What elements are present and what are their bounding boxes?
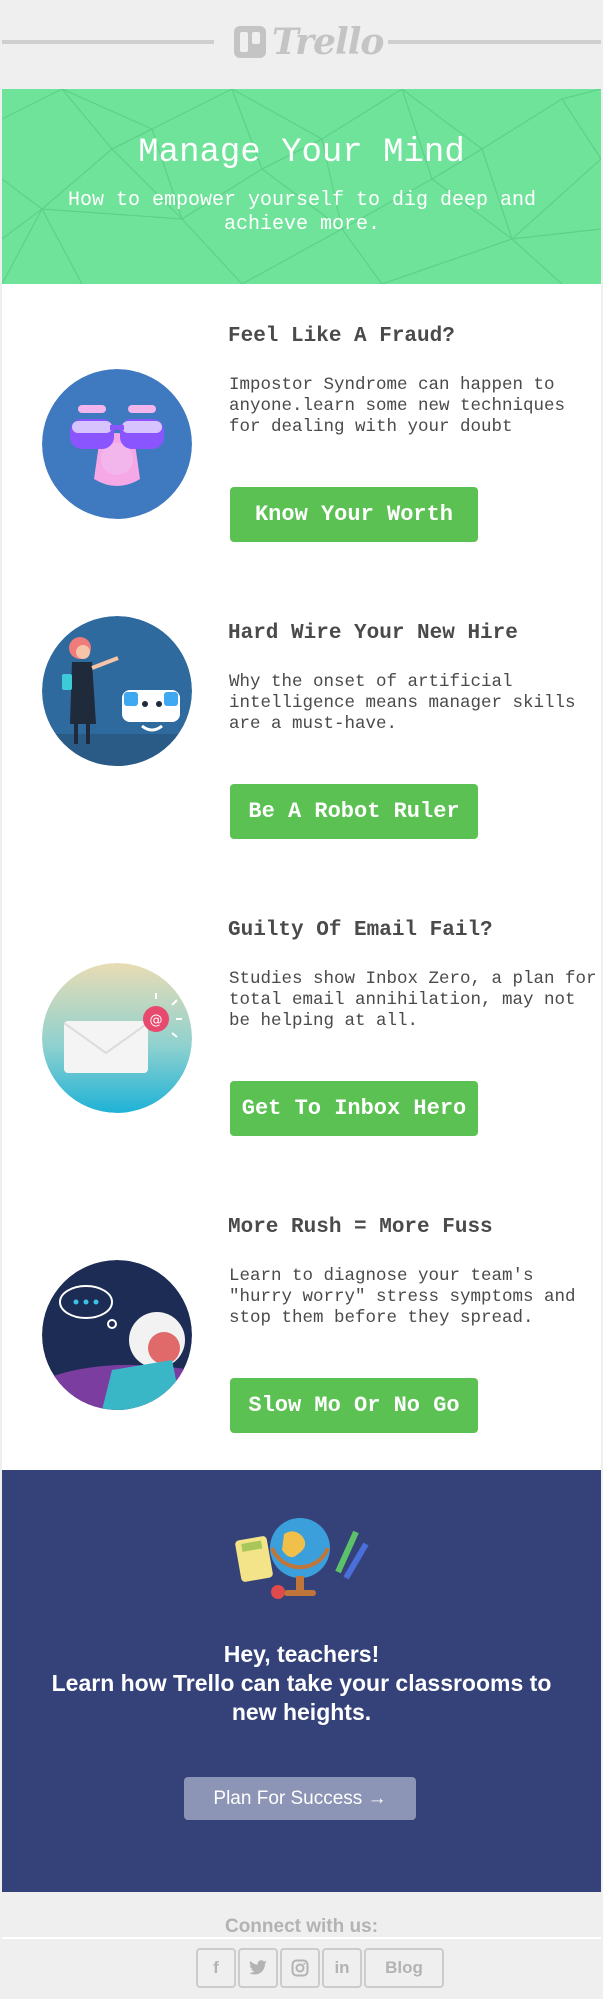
woman-and-robot-illustration [42,616,192,766]
logo-wordmark: Trello [272,21,384,63]
connect-label: Connect with us: [224,1916,379,1937]
article-title: Feel Like A Fraud? [228,325,455,348]
email-header: Trello [0,0,603,80]
instagram-icon[interactable] [280,1948,320,1988]
hero-banner: Manage Your Mind How to empower yourself… [2,89,601,284]
teachers-promo: Hey, teachers! Learn how Trello can take… [2,1470,601,1892]
disguise-glasses-illustration [42,369,192,519]
article-body: Why the onset of artificial intelligence… [229,672,576,734]
article-title: More Rush = More Fuss [228,1216,493,1239]
plan-for-success-button[interactable]: Plan For Success → [184,1777,416,1820]
article-list: Feel Like A Fraud? Impostor Syndrome can… [2,284,601,1470]
envelope-notification-illustration: @ [42,963,192,1113]
hero-subtitle: How to empower yourself to dig deep and … [67,189,537,236]
header-divider-right [388,40,601,44]
worried-woman-illustration [42,1260,192,1410]
slow-mo-or-no-go-button[interactable]: Slow Mo Or No Go [230,1378,478,1433]
triangle-pattern [2,89,601,284]
linkedin-icon[interactable]: in [322,1948,362,1988]
know-your-worth-button[interactable]: Know Your Worth [230,487,478,542]
twitter-icon[interactable] [238,1948,278,1988]
article-body: Learn to diagnose your team's "hurry wor… [229,1266,576,1328]
email-footer: Connect with us: f in Blog [0,1892,603,1999]
trello-logo[interactable]: Trello [234,21,384,63]
article-title: Hard Wire Your New Hire [228,622,518,645]
trello-board-icon [234,26,266,58]
header-divider-left [2,40,214,44]
teachers-line-1: Hey, teachers! [223,1641,380,1667]
article-body: Studies show Inbox Zero, a plan for tota… [229,969,597,1031]
blog-link[interactable]: Blog [364,1948,444,1988]
teachers-line-2: Learn how Trello can take your classroom… [51,1670,552,1725]
article-body: Impostor Syndrome can happen to anyone.l… [229,375,566,437]
facebook-icon[interactable]: f [196,1948,236,1988]
article-title: Guilty Of Email Fail? [228,919,493,942]
be-a-robot-ruler-button[interactable]: Be A Robot Ruler [230,784,478,839]
hero-title: Manage Your Mind [138,134,465,172]
get-to-inbox-hero-button[interactable]: Get To Inbox Hero [230,1081,478,1136]
svg-text:@: @ [150,1013,163,1028]
classroom-globe-illustration [235,1518,369,1599]
teachers-heading: Hey, teachers! Learn how Trello can take… [2,1640,601,1727]
footer-divider [2,1937,601,1939]
